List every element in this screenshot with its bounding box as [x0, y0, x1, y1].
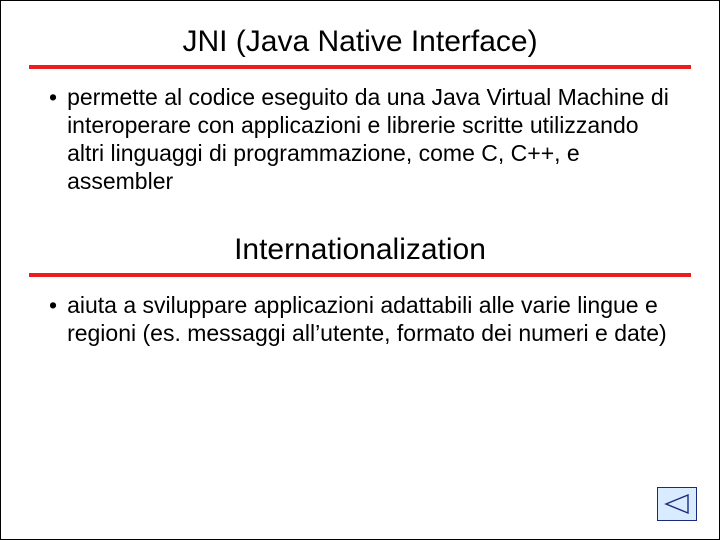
bullet-block-1: • permette al codice eseguito da una Jav…	[29, 83, 691, 195]
bullet-text-2: aiuta a sviluppare applicazioni adattabi…	[67, 291, 679, 347]
bullet-dot-icon: •	[49, 83, 67, 111]
list-item: • permette al codice eseguito da una Jav…	[49, 83, 679, 195]
list-item: • aiuta a sviluppare applicazioni adatta…	[49, 291, 679, 347]
bullet-text-1: permette al codice eseguito da una Java …	[67, 83, 679, 195]
previous-slide-button[interactable]	[657, 487, 697, 521]
section-heading-1: JNI (Java Native Interface)	[29, 25, 691, 59]
divider-1	[29, 65, 691, 69]
bullet-dot-icon: •	[49, 291, 67, 319]
section-heading-2: Internationalization	[29, 233, 691, 267]
bullet-block-2: • aiuta a sviluppare applicazioni adatta…	[29, 291, 691, 347]
arrow-left-icon	[664, 494, 690, 514]
divider-2	[29, 273, 691, 277]
